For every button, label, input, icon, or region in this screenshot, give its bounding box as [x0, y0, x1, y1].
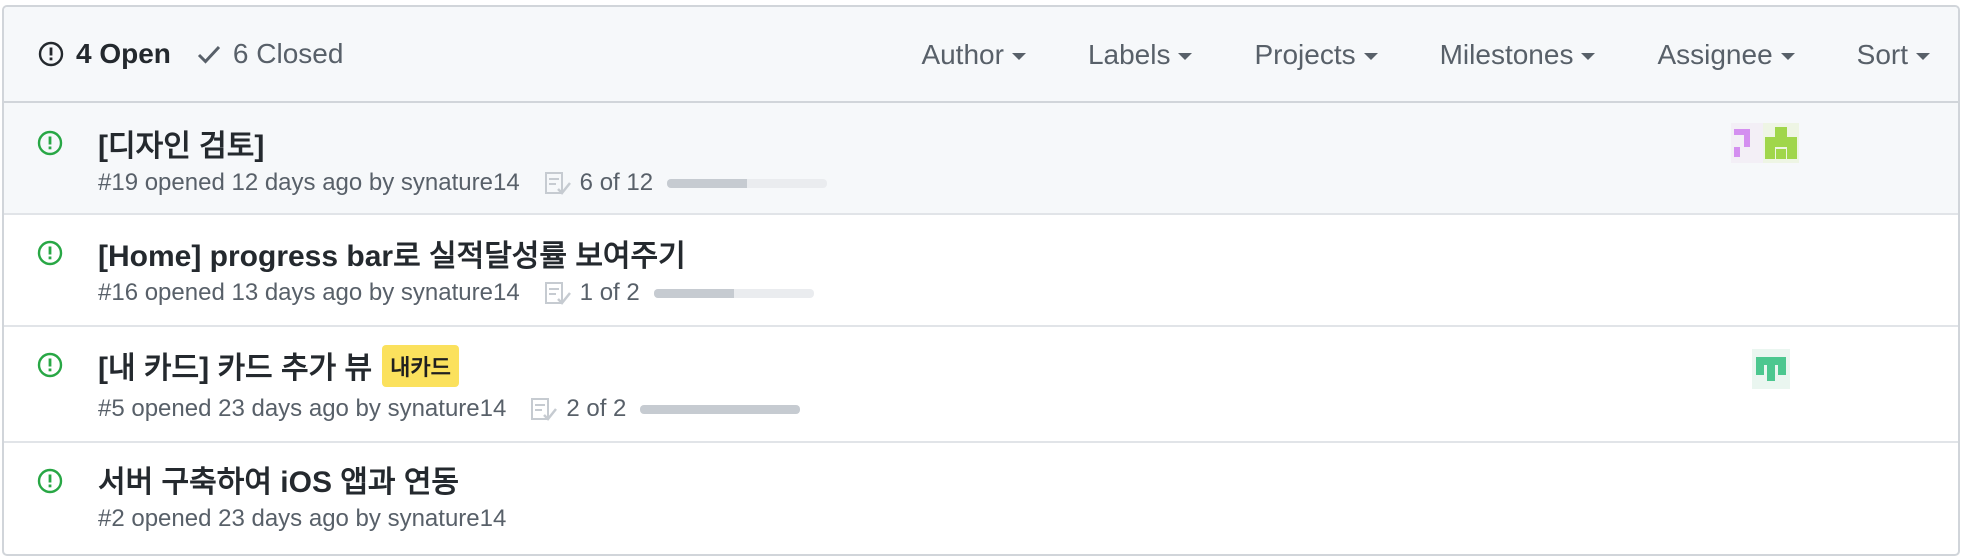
closed-issues-label: 6 Closed [232, 38, 344, 69]
task-progress-text: 6 of 12 [579, 169, 654, 196]
open-issues-link[interactable]: 4 Open [38, 38, 171, 70]
task-progress: 1 of 2 [544, 279, 814, 307]
check-icon [197, 43, 221, 65]
issue-meta: #5 opened 23 days ago by synature14 2 of… [98, 395, 801, 423]
projects-filter-label: Projects [1254, 39, 1356, 70]
closed-issues-link[interactable]: 6 Closed [197, 38, 344, 70]
issues-list-header: 4 Open 6 Closed Author Labels Projects M… [4, 7, 1958, 103]
caret-down-icon [1780, 52, 1795, 60]
checklist-icon [544, 281, 572, 305]
issue-author-link[interactable]: synature14 [401, 279, 520, 307]
task-progress-fill [667, 178, 748, 188]
assignee-avatar[interactable] [1763, 123, 1799, 163]
issue-meta: #19 opened 12 days ago by synature14 6 o… [98, 169, 828, 197]
projects-filter[interactable]: Projects [1254, 39, 1378, 71]
labels-filter-label: Labels [1087, 39, 1171, 70]
task-progress-bar [653, 288, 814, 298]
task-progress: 6 of 12 [544, 169, 828, 197]
assignee-filter-label: Assignee [1657, 39, 1773, 70]
caret-down-icon [1916, 52, 1930, 60]
issue-meta-text: #16 opened 13 days ago by [98, 279, 395, 306]
issue-title-link[interactable]: [디자인 검토] [98, 121, 264, 165]
filter-bar: Author Labels Projects Milestones Assign… [921, 7, 1930, 103]
author-filter[interactable]: Author [921, 39, 1026, 71]
issue-opened-icon [37, 468, 63, 499]
task-progress-fill [640, 404, 801, 414]
caret-down-icon [1011, 52, 1026, 60]
task-progress-text: 2 of 2 [566, 395, 627, 422]
task-progress-bar [667, 178, 828, 188]
issue-row[interactable]: [Home] progress bar로 실적달성률 보여주기 #16 open… [4, 215, 1958, 327]
issue-author-link[interactable]: synature14 [388, 505, 507, 533]
assignee-avatar[interactable] [1731, 123, 1763, 163]
issue-meta-text: #5 opened 23 days ago by [98, 395, 381, 422]
issue-row[interactable]: [디자인 검토] #19 opened 12 days ago by synat… [4, 103, 1958, 215]
issue-opened-icon [37, 352, 63, 383]
task-progress: 2 of 2 [530, 395, 801, 423]
task-progress-bar [640, 404, 801, 414]
caret-down-icon [1581, 52, 1596, 60]
caret-down-icon [1363, 52, 1378, 60]
issue-meta-text: #2 opened 23 days ago by [98, 505, 381, 532]
issue-label[interactable]: 내카드 [382, 345, 459, 387]
issue-title-text[interactable]: [내 카드] 카드 추가 뷰 [98, 352, 372, 385]
assignees [1731, 123, 1799, 163]
assignee-avatar[interactable] [1752, 349, 1790, 389]
labels-filter[interactable]: Labels [1088, 39, 1193, 71]
issue-opened-icon [37, 130, 63, 161]
milestones-filter-label: Milestones [1439, 39, 1574, 70]
issue-title-link[interactable]: [Home] progress bar로 실적달성률 보여주기 [98, 231, 686, 275]
issue-title-link[interactable]: 서버 구축하여 iOS 앱과 연동 [98, 457, 459, 501]
issue-meta: #16 opened 13 days ago by synature14 1 o… [98, 279, 814, 307]
issue-author-link[interactable]: synature14 [401, 169, 520, 197]
assignee-filter[interactable]: Assignee [1657, 39, 1795, 71]
sort-filter-label: Sort [1856, 39, 1908, 70]
author-filter-label: Author [921, 39, 1004, 70]
issue-row[interactable]: 서버 구축하여 iOS 앱과 연동 #2 opened 23 days ago … [4, 443, 1958, 550]
issue-opened-icon [38, 41, 64, 67]
checklist-icon [544, 171, 572, 195]
caret-down-icon [1178, 52, 1193, 60]
issues-list-box: 4 Open 6 Closed Author Labels Projects M… [2, 5, 1960, 556]
issue-row[interactable]: [내 카드] 카드 추가 뷰 내카드 #5 opened 23 days ago … [4, 327, 1958, 443]
issue-author-link[interactable]: synature14 [388, 395, 507, 423]
milestones-filter[interactable]: Milestones [1440, 39, 1596, 71]
sort-filter[interactable]: Sort [1857, 39, 1930, 71]
task-progress-text: 1 of 2 [579, 279, 640, 306]
issue-meta: #2 opened 23 days ago by synature14 [98, 505, 506, 533]
task-progress-fill [653, 288, 734, 298]
issue-opened-icon [37, 240, 63, 271]
issue-meta-text: #19 opened 12 days ago by [98, 169, 395, 196]
issue-state-toggle: 4 Open 6 Closed [38, 38, 343, 70]
issue-title-link: [내 카드] 카드 추가 뷰 내카드 [98, 343, 459, 387]
assignees [1752, 349, 1790, 389]
checklist-icon [530, 397, 558, 421]
open-issues-label: 4 Open [76, 38, 171, 69]
